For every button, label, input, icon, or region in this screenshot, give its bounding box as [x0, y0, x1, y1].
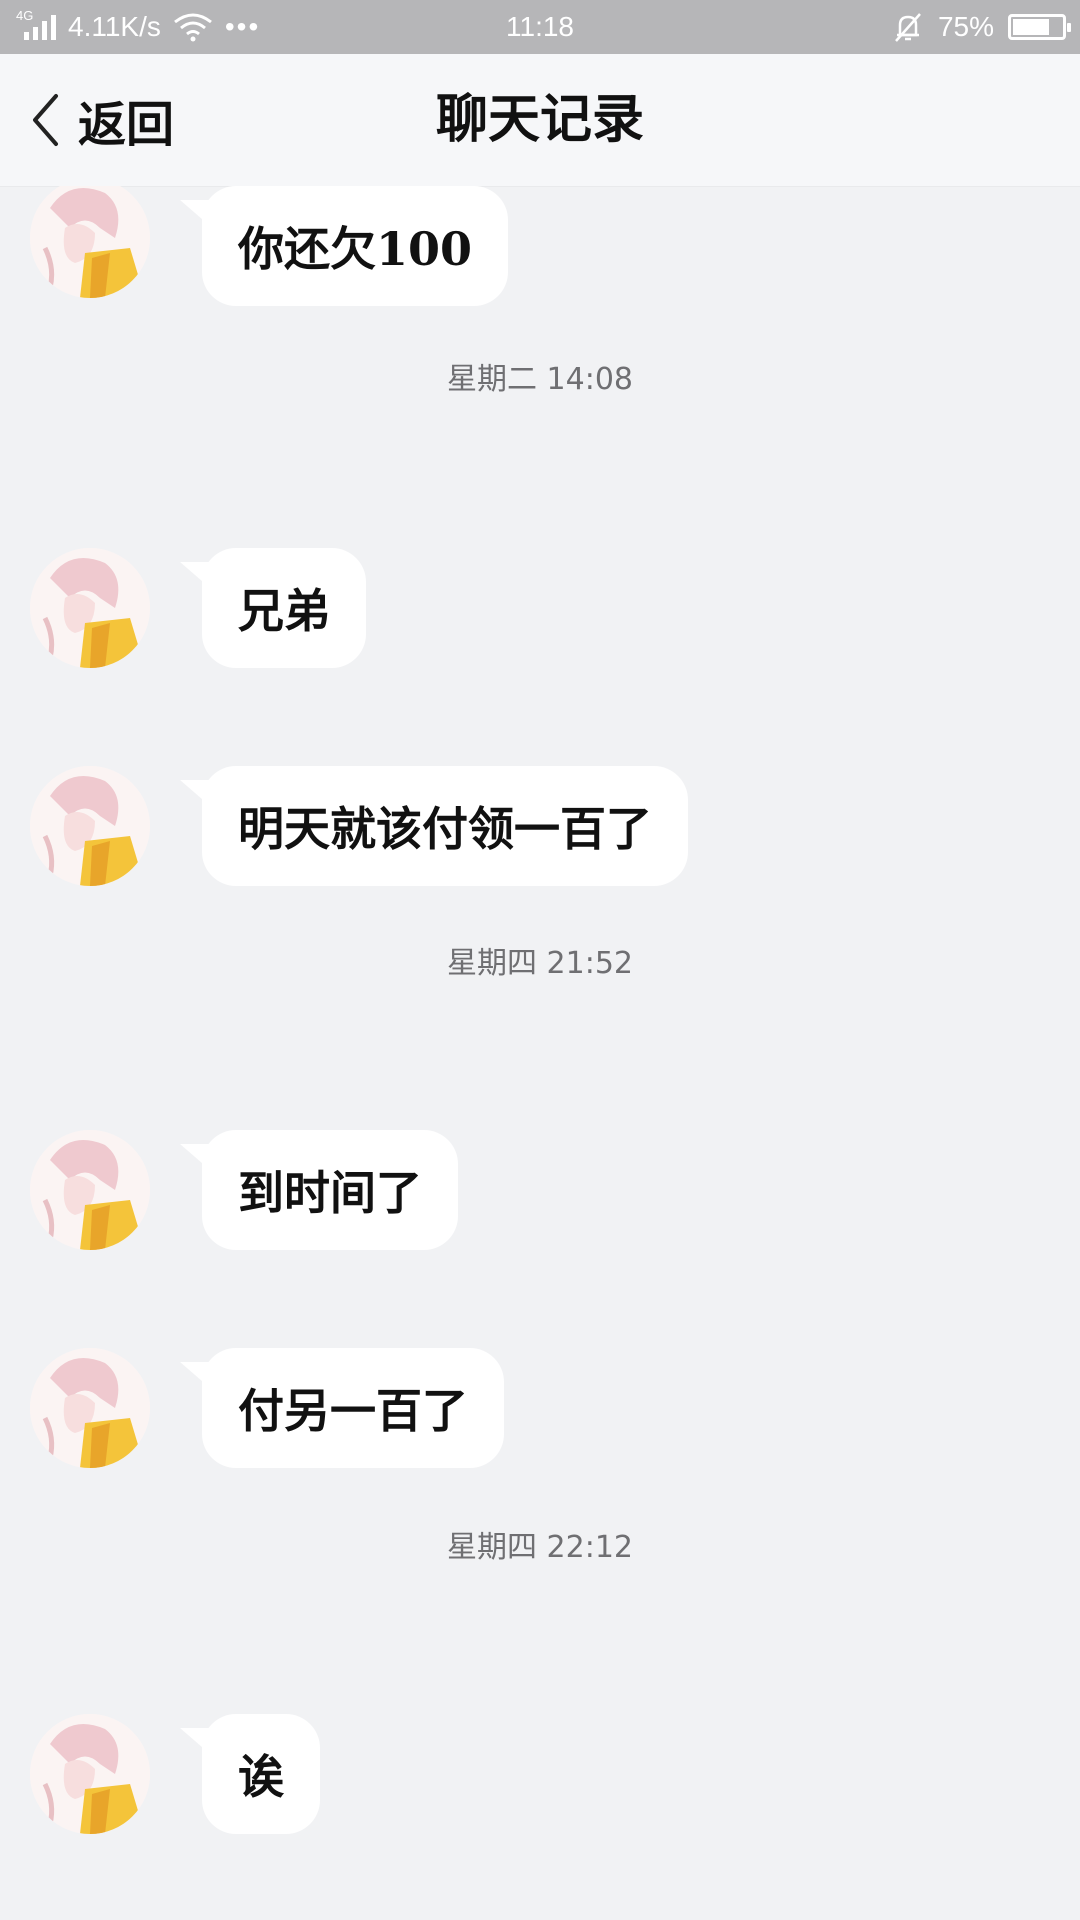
avatar[interactable] [30, 766, 150, 886]
avatar-anime-boy-icon [30, 1714, 150, 1834]
message-text: 到时间了 [238, 1166, 422, 1220]
avatar[interactable] [30, 1714, 150, 1834]
message-bubble[interactable]: 明天就该付领一百了 [180, 766, 688, 886]
message-text: 你还欠100 [238, 222, 473, 276]
battery-fill [1013, 19, 1049, 35]
avatar[interactable] [30, 1130, 150, 1250]
message-row: 到时间了 [0, 1130, 1080, 1252]
message-bubble[interactable]: 付另一百了 [180, 1348, 504, 1468]
message-row: 诶 [0, 1714, 1080, 1836]
avatar-anime-boy-icon [30, 766, 150, 886]
avatar-anime-boy-icon [30, 1348, 150, 1468]
time-separator: 星期四 22:12 [447, 1530, 633, 1565]
message-row: 你还欠100 [0, 186, 1080, 306]
avatar-anime-boy-icon [30, 548, 150, 668]
message-text: 兄弟 [238, 584, 330, 638]
message-text: 付另一百了 [238, 1384, 468, 1438]
message-row: 付另一百了 [0, 1348, 1080, 1470]
battery-percent: 75% [937, 11, 994, 42]
time-separator: 星期二 14:08 [447, 362, 633, 397]
battery-icon [1008, 14, 1071, 40]
message-bubble[interactable]: 诶 [180, 1714, 320, 1834]
avatar-anime-boy-icon [30, 1130, 150, 1250]
message-row: 兄弟 [0, 548, 1080, 670]
message-bubble[interactable]: 到时间了 [180, 1130, 458, 1250]
avatar[interactable] [30, 186, 150, 298]
message-text: 诶 [238, 1750, 284, 1804]
bell-muted-icon [895, 13, 921, 42]
message-bubble[interactable]: 兄弟 [180, 548, 366, 668]
status-right: 75% [892, 0, 1071, 54]
chat-history[interactable]: 你还欠100 星期二 14:08 兄弟 明天就该付领一百了 星期四 21:52 … [0, 186, 1080, 1920]
status-bar: 4G 4.11K/s ••• 11:18 75% [0, 0, 1080, 54]
avatar[interactable] [30, 548, 150, 668]
page-title: 聊天记录 [435, 89, 644, 150]
avatar-anime-boy-icon [30, 186, 150, 298]
message-row: 明天就该付领一百了 [0, 766, 1080, 888]
time-separator: 星期四 21:52 [447, 946, 633, 981]
message-bubble[interactable]: 你还欠100 [180, 186, 509, 306]
message-text: 明天就该付领一百了 [238, 802, 652, 856]
nav-bar: 返回 聊天记录 [0, 54, 1080, 187]
avatar[interactable] [30, 1348, 150, 1468]
